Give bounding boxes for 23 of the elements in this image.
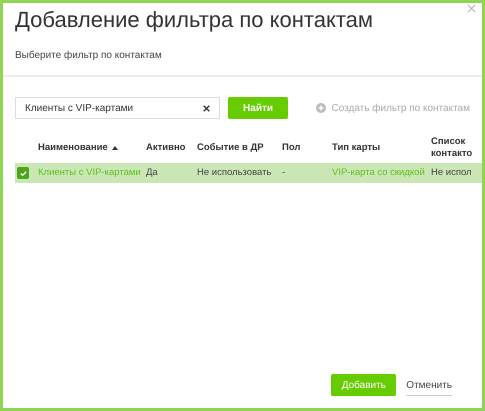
column-header[interactable]: Активно (146, 142, 197, 154)
table-cell-text: - (282, 166, 286, 180)
checkbox[interactable] (17, 167, 29, 179)
dialog-subtitle: Выберите фильтр по контактам (15, 49, 163, 63)
table-cell-text: Да (146, 166, 159, 180)
table-cell-text: Клиенты с VIP-картами (38, 166, 142, 180)
checkmark-icon (18, 168, 28, 178)
close-icon[interactable] (467, 4, 476, 13)
column-header[interactable]: Событие в ДР (197, 142, 282, 154)
column-header[interactable]: Пол (282, 142, 332, 154)
dialog-title: Добавление фильтра по контактам (15, 6, 374, 34)
column-header[interactable]: Тип карты (332, 142, 431, 154)
search-value: Клиенты с VIP-картами (25, 102, 134, 116)
search-field[interactable]: Клиенты с VIP-картами (15, 97, 220, 119)
table-cell-text: Не испол (431, 166, 471, 180)
column-header[interactable]: Наименование (38, 142, 146, 154)
table-cell-text: Не использовать (197, 166, 272, 180)
table-cell-text: VIP-карта со скидкой (332, 166, 426, 180)
table-row[interactable]: Клиенты с VIP-картами Да Не использовать - VIP-карта со скидкой Не испол (15, 163, 482, 183)
plus-circle-icon (316, 103, 326, 113)
column-header[interactable]: Список контакто (431, 136, 471, 160)
clear-icon[interactable] (202, 104, 210, 112)
cancel-button[interactable]: Отменить (406, 378, 452, 396)
